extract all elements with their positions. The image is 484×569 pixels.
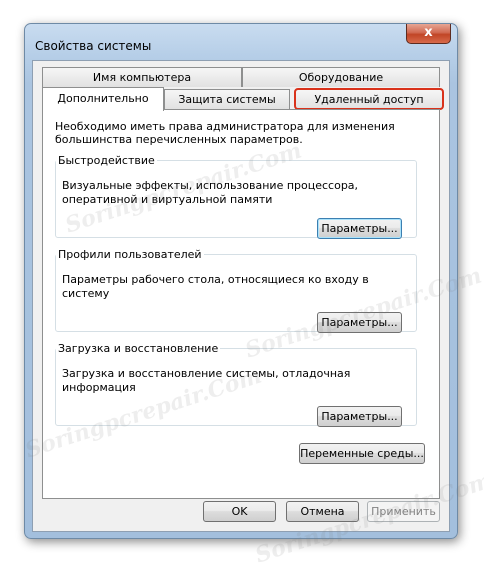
- window-title: Свойства системы: [35, 39, 152, 53]
- startup-recovery-description: Загрузка и восстановление системы, отлад…: [62, 367, 351, 394]
- tab-label: Имя компьютера: [92, 71, 192, 84]
- tab-label: Дополнительно: [57, 92, 149, 105]
- tab-advanced[interactable]: Дополнительно: [42, 87, 164, 111]
- startup-recovery-settings-button[interactable]: Параметры...: [317, 406, 402, 427]
- tab-remote-access[interactable]: Удаленный доступ: [294, 88, 444, 110]
- performance-title: Быстродействие: [58, 154, 155, 167]
- cancel-button[interactable]: Отмена: [286, 501, 359, 522]
- startup-recovery-group: Загрузка и восстановление Загрузка и вос…: [55, 342, 417, 427]
- tab-label: Защита системы: [178, 93, 276, 106]
- tab-system-protection[interactable]: Защита системы: [164, 89, 290, 109]
- system-properties-window: Свойства системы x Имя компьютера Оборуд…: [24, 23, 458, 539]
- user-profiles-title: Профили пользователей: [58, 248, 202, 261]
- title-bar[interactable]: Свойства системы x: [25, 24, 457, 54]
- tab-label: Оборудование: [298, 71, 384, 84]
- apply-button[interactable]: Применить: [367, 501, 440, 522]
- admin-rights-note: Необходимо иметь права администратора дл…: [55, 120, 395, 146]
- tab-label: Удаленный доступ: [314, 93, 424, 106]
- performance-description: Визуальные эффекты, использование процес…: [62, 179, 359, 206]
- performance-settings-button[interactable]: Параметры...: [317, 218, 402, 239]
- tab-computer-name[interactable]: Имя компьютера: [42, 67, 242, 87]
- ok-button[interactable]: OK: [203, 501, 276, 522]
- dialog-client-area: Имя компьютера Оборудование Дополнительн…: [32, 60, 450, 532]
- startup-recovery-title: Загрузка и восстановление: [58, 342, 219, 355]
- advanced-tab-panel: Необходимо иметь права администратора дл…: [42, 109, 440, 499]
- user-profiles-group: Профили пользователей Параметры рабочего…: [55, 248, 417, 333]
- environment-variables-button[interactable]: Переменные среды...: [299, 443, 425, 464]
- close-button[interactable]: x: [406, 24, 451, 44]
- user-profiles-description: Параметры рабочего стола, относящиеся ко…: [62, 273, 369, 300]
- user-profiles-settings-button[interactable]: Параметры...: [317, 312, 402, 333]
- tab-hardware[interactable]: Оборудование: [242, 67, 440, 87]
- performance-group: Быстродействие Визуальные эффекты, испол…: [55, 154, 417, 239]
